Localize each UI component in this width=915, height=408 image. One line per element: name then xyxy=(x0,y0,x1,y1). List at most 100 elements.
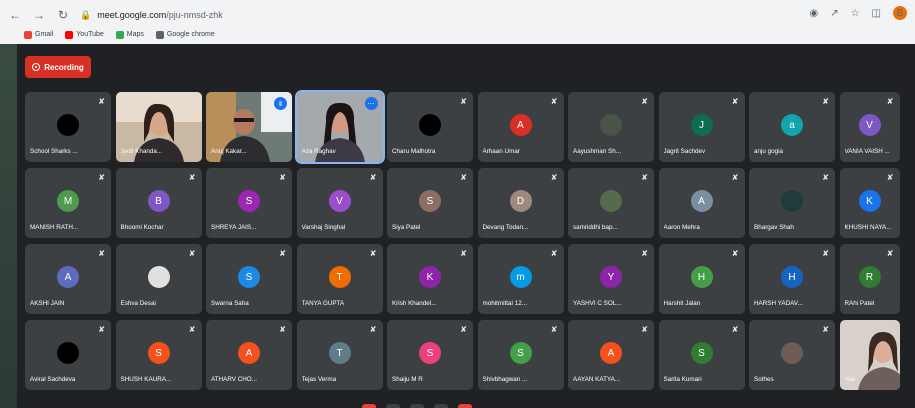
control-peek[interactable] xyxy=(458,404,472,408)
avatar: A xyxy=(238,342,260,364)
avatar: T xyxy=(328,266,351,288)
participant-tile[interactable]: ✘ S Shaiju M R xyxy=(387,320,473,390)
participant-tile[interactable]: ✘ S Siya Patel xyxy=(387,168,473,238)
mic-off-icon: ✘ xyxy=(460,173,467,182)
avatar: S xyxy=(690,342,713,364)
call-controls-peek xyxy=(362,404,472,408)
share-icon[interactable]: ↗ xyxy=(830,8,838,19)
mic-off-icon: ✘ xyxy=(188,325,196,334)
participant-tile[interactable]: ✘ School Sharks ... xyxy=(25,92,111,162)
back-icon[interactable]: ← xyxy=(6,6,24,24)
participant-tile[interactable]: ✘ J Jagrit Sachdev xyxy=(658,92,745,162)
desktop-strip xyxy=(0,44,17,408)
participant-name: Eshva Desai xyxy=(120,300,156,307)
participant-name: Aza Raghav xyxy=(301,148,336,155)
camera-icon[interactable]: ◉ xyxy=(809,8,818,19)
participant-tile[interactable]: ✘ A Aaron Mehra xyxy=(658,168,745,238)
bookmark-item[interactable]: Google chrome xyxy=(155,30,215,39)
control-peek[interactable] xyxy=(362,404,376,408)
meet-stage: Recording ✘ School Sharks ... Jyoti Khanda… xyxy=(17,44,915,408)
participant-tile[interactable]: ✘ H HARSH YADAV... xyxy=(749,244,835,314)
control-peek[interactable] xyxy=(434,404,448,408)
participant-tile[interactable]: ✘ Charu Malhotra xyxy=(387,92,473,162)
reload-icon[interactable]: ↻ xyxy=(54,6,72,24)
participant-tile[interactable]: ✘ S Shivbhagwan ... xyxy=(477,320,564,390)
participant-tile[interactable]: ✘ Aviral Sachdeva xyxy=(25,320,111,390)
recording-button[interactable]: Recording xyxy=(25,56,91,78)
participant-name: Harshit Jalan xyxy=(663,300,701,307)
participant-tile[interactable]: ✘ S Sarita Kumari xyxy=(658,320,745,390)
participant-tile[interactable]: ✘ Bhargav Shah xyxy=(749,168,835,238)
participant-tile[interactable]: ✘ S SHREYA JAIS... xyxy=(206,168,292,238)
address-bar[interactable]: 🔒 meet.google.com /pju-nmsd-zhk xyxy=(80,5,780,25)
avatar xyxy=(57,342,79,364)
bookmark-favicon-icon xyxy=(115,30,124,39)
mic-off-icon: ✘ xyxy=(822,97,829,106)
participant-name: Bhoomi Kochar xyxy=(120,224,164,231)
sidepanel-icon[interactable]: ◫ xyxy=(872,8,881,19)
participant-tile[interactable]: ✘ R RAhi Patel xyxy=(839,244,900,314)
participant-tile[interactable]: Jyoti Khanda... xyxy=(115,92,202,162)
participant-tile[interactable]: ✘ B Bhoomi Kochar xyxy=(115,168,202,238)
participant-tile[interactable]: ✘ Y YASHVI C SOL... xyxy=(568,244,654,314)
participant-tile[interactable]: ✘ M MANISH RATH... xyxy=(25,168,111,238)
participant-tile[interactable]: ✘ D Devang Todan... xyxy=(477,168,564,238)
bookmark-item[interactable]: YouTube xyxy=(65,30,104,39)
control-peek[interactable] xyxy=(386,404,400,408)
participant-name: Aaron Mehra xyxy=(663,224,700,231)
bookmark-item[interactable]: Maps xyxy=(115,30,144,39)
mic-off-icon: ✘ xyxy=(731,325,739,334)
participant-name: HARSH YADAV... xyxy=(754,300,803,307)
mic-off-icon: ✘ xyxy=(641,97,648,106)
participant-tile[interactable]: ✘ Aayushman Sh... xyxy=(568,92,654,162)
participant-name: VANIA VAISH ... xyxy=(844,148,890,155)
participant-name: RAhi Patel xyxy=(844,300,875,307)
participant-tile[interactable]: ✘ A Arhaan Umar xyxy=(477,92,564,162)
participant-name: Arhaan Umar xyxy=(482,148,520,155)
participant-tile[interactable]: ✘ K KHUSHI NAYA... xyxy=(839,168,900,238)
mic-off-icon: ✘ xyxy=(641,173,648,182)
participant-tile[interactable]: You xyxy=(839,320,900,390)
participant-tile[interactable]: ✘ S SHUSH KAURA... xyxy=(115,320,202,390)
participant-tile[interactable]: ✘ samriddhi bap... xyxy=(568,168,654,238)
control-peek[interactable] xyxy=(410,404,424,408)
mic-off-icon: ✘ xyxy=(886,249,894,258)
participant-name: Jagrit Sachdev xyxy=(663,148,706,155)
mic-off-icon: ✘ xyxy=(641,249,648,258)
forward-icon[interactable]: → xyxy=(30,6,48,24)
recording-label: Recording xyxy=(44,62,84,72)
bookmark-item[interactable]: Gmail xyxy=(24,30,53,39)
participant-tile[interactable]: ⋯ Aza Raghav xyxy=(294,90,385,164)
avatar: K xyxy=(858,190,881,212)
participant-tile[interactable]: ✘ m mohitmittal 12... xyxy=(477,244,564,314)
mic-off-icon: ✘ xyxy=(98,173,105,182)
more-options-icon[interactable]: ⋯ xyxy=(364,97,378,110)
star-icon[interactable]: ☆ xyxy=(851,8,860,19)
participant-tile[interactable]: ✘ A AAYAN KATYA... xyxy=(568,320,654,390)
avatar xyxy=(57,114,79,136)
participant-tile[interactable]: ✘ A AKSHI JAIN xyxy=(25,244,111,314)
bookmark-label: YouTube xyxy=(76,31,104,38)
avatar: S xyxy=(238,190,260,212)
mic-off-icon: ✘ xyxy=(822,173,829,182)
participant-tile[interactable]: ✘ H Harshit Jalan xyxy=(658,244,745,314)
avatar xyxy=(147,266,170,288)
participant-tile[interactable]: ✘ S Swarna Saha xyxy=(206,244,292,314)
participant-tile[interactable]: ✘ Eshva Desai xyxy=(115,244,202,314)
mic-off-icon: ✘ xyxy=(822,249,829,258)
address-row: ← → ↻ 🔒 meet.google.com /pju-nmsd-zhk ◉ … xyxy=(0,4,915,26)
participant-tile[interactable]: ✘ T Tejas Verma xyxy=(296,320,383,390)
participant-tile[interactable]: ✘ T TANYA GUPTA xyxy=(296,244,383,314)
participant-tile[interactable]: ✘ K Krish Khandel... xyxy=(387,244,473,314)
record-icon xyxy=(32,63,41,71)
avatar: J xyxy=(690,114,713,136)
participant-tile[interactable]: ||| Anuj Kakar... xyxy=(206,92,292,162)
participant-tile[interactable]: ✘ a anju gogia xyxy=(749,92,835,162)
participant-tile[interactable]: ✘ Sothes xyxy=(749,320,835,390)
profile-avatar[interactable]: B xyxy=(893,6,907,20)
participant-name: Aviral Sachdeva xyxy=(30,376,76,383)
url-host: meet.google.com xyxy=(97,10,167,20)
participant-tile[interactable]: ✘ V Varshaj Singhal xyxy=(296,168,383,238)
participant-tile[interactable]: ✘ V VANIA VAISH ... xyxy=(839,92,900,162)
participant-tile[interactable]: ✘ A ATHARV CHO... xyxy=(206,320,292,390)
